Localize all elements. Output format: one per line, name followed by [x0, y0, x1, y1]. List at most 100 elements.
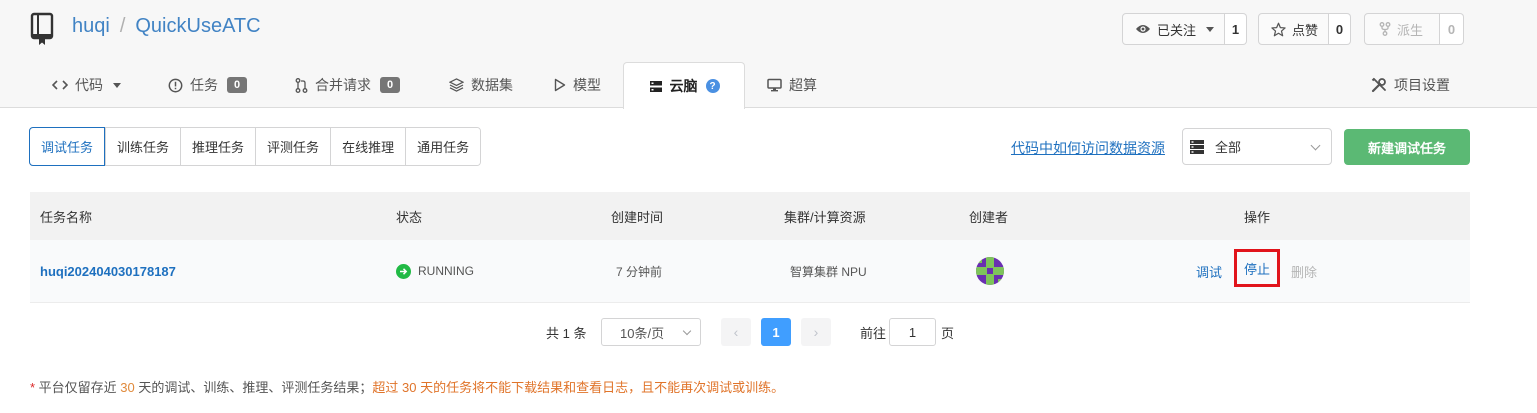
job-name-cell: huqi202404030178187 [40, 240, 176, 302]
pull-request-icon [295, 77, 308, 93]
issue-icon [168, 78, 183, 92]
chevron-down-icon [1206, 26, 1215, 32]
chevron-down-icon [113, 82, 121, 88]
job-resource-cell: 智算集群 NPU [790, 240, 867, 302]
subtab-debug[interactable]: 调试任务 [29, 127, 106, 166]
page-size-select[interactable]: 10条/页 [601, 318, 701, 346]
repo-separator: / [119, 15, 126, 37]
job-status-cell: RUNNING [396, 240, 474, 302]
fork-button[interactable]: 派生 [1364, 13, 1441, 45]
tab-code-label: 代码 [75, 77, 103, 93]
job-type-tabs: 调试任务 训练任务 推理任务 评测任务 在线推理 通用任务 [29, 127, 482, 166]
watch-group: 已关注 1 [1122, 13, 1248, 45]
subtab-general[interactable]: 通用任务 [405, 128, 481, 165]
table-header: 任务名称 状态 创建时间 集群/计算资源 创建者 操作 [30, 192, 1470, 240]
stop-action-highlight: 停止 [1234, 249, 1280, 287]
repo-title: huqi / QuickUseATC [72, 15, 261, 38]
col-header-actions: 操作 [1244, 209, 1271, 225]
subtab-online-inference[interactable]: 在线推理 [330, 128, 406, 165]
pagination-total: 共 1 条 [546, 325, 587, 341]
issues-count-badge: 0 [227, 77, 248, 93]
eye-icon [1136, 25, 1150, 33]
tab-pull-requests[interactable]: 合并请求 0 [295, 62, 401, 108]
tab-pull-requests-label: 合并请求 [315, 77, 371, 93]
notice-days: 30 [120, 380, 135, 395]
prev-page-button[interactable]: ‹ [721, 318, 751, 346]
repo-name-link[interactable]: QuickUseATC [135, 15, 260, 37]
repo-book-icon [30, 12, 54, 45]
col-header-name: 任务名称 [40, 209, 93, 225]
job-name-link[interactable]: huqi202404030178187 [40, 264, 176, 279]
stop-action-link[interactable]: 停止 [1244, 259, 1270, 278]
chevron-down-icon [1310, 140, 1321, 151]
subtab-train[interactable]: 训练任务 [105, 128, 181, 165]
star-count[interactable]: 0 [1329, 13, 1352, 45]
job-creator-cell [976, 240, 1004, 302]
tab-models[interactable]: 模型 [554, 62, 601, 108]
tab-datasets[interactable]: 数据集 [449, 62, 513, 108]
job-created-cell: 7 分钟前 [616, 240, 662, 302]
chevron-down-icon [682, 326, 692, 336]
goto-page-input[interactable]: 1 [889, 318, 936, 346]
goto-suffix: 页 [941, 325, 955, 341]
fork-label: 派生 [1397, 22, 1424, 38]
new-debug-job-button[interactable]: 新建调试任务 [1344, 129, 1470, 165]
avatar[interactable] [976, 257, 1004, 285]
layers-icon [449, 78, 464, 92]
col-header-status: 状态 [396, 209, 423, 225]
tab-datasets-label: 数据集 [471, 77, 513, 93]
job-actions-cell: 调试 [1196, 240, 1222, 302]
star-button[interactable]: 点赞 [1258, 13, 1330, 45]
running-arrow-icon [396, 263, 411, 279]
job-created-text: 7 分钟前 [616, 264, 663, 279]
help-icon[interactable]: ? [705, 79, 720, 93]
star-label: 点赞 [1292, 22, 1319, 38]
fork-count[interactable]: 0 [1440, 13, 1465, 45]
notice-warning: 超过 30 天的任务将不能下载结果和查看日志，且不能再次调试或训练。 [372, 380, 785, 395]
tab-cloudbrain[interactable]: 云脑 ? [623, 62, 745, 109]
subtab-evaluate[interactable]: 评测任务 [255, 128, 331, 165]
col-header-resource: 集群/计算资源 [784, 209, 866, 225]
next-page-button[interactable]: › [801, 318, 831, 346]
delete-action-link[interactable]: 删除 [1291, 262, 1317, 281]
notice-text-2: 天的调试、训练、推理、评测任务结果； [134, 380, 373, 395]
play-icon [554, 78, 566, 92]
cluster-filter-select[interactable]: 全部 [1182, 128, 1332, 165]
retention-notice: * 平台仅留存近 30 天的调试、训练、推理、评测任务结果；超过 30 天的任务… [30, 377, 784, 396]
page-size-value: 10条/页 [620, 325, 665, 341]
debug-action-link[interactable]: 调试 [1196, 262, 1222, 281]
fork-icon [1379, 22, 1391, 36]
tab-cloudbrain-label: 云脑 [669, 78, 698, 94]
watch-button[interactable]: 已关注 [1122, 13, 1226, 45]
code-icon [52, 80, 68, 90]
tab-issues-label: 任务 [190, 77, 218, 93]
repo-owner-link[interactable]: huqi [72, 15, 110, 37]
server-icon [1190, 139, 1204, 154]
tab-supercompute-label: 超算 [789, 77, 817, 93]
pull-requests-count-badge: 0 [380, 77, 401, 93]
star-group: 点赞 0 [1258, 13, 1352, 45]
job-resource-text: 智算集群 NPU [790, 264, 867, 279]
tab-issues[interactable]: 任务 0 [168, 62, 248, 108]
server-icon [649, 80, 662, 92]
col-header-creator: 创建者 [969, 209, 1009, 225]
fork-group: 派生 0 [1364, 13, 1465, 45]
col-header-created: 创建时间 [611, 209, 664, 225]
subtab-inference[interactable]: 推理任务 [180, 128, 256, 165]
star-icon [1271, 22, 1286, 36]
tools-icon [1371, 77, 1386, 93]
watch-label: 已关注 [1157, 22, 1197, 38]
tab-supercompute[interactable]: 超算 [767, 62, 817, 108]
table-row: huqi202404030178187 RUNNING 7 分钟前 智算集群 N… [30, 240, 1470, 303]
watch-count[interactable]: 1 [1225, 13, 1248, 45]
tab-settings-label: 项目设置 [1394, 77, 1450, 93]
filter-value: 全部 [1215, 140, 1242, 155]
data-access-help-link[interactable]: 代码中如何访问数据资源 [1011, 138, 1165, 158]
page-number-current[interactable]: 1 [761, 318, 791, 346]
tab-settings[interactable]: 项目设置 [1371, 62, 1450, 108]
tab-code[interactable]: 代码 [52, 62, 121, 108]
delete-action-cell: 删除 [1291, 240, 1317, 302]
monitor-icon [767, 78, 782, 92]
repo-header: huqi / QuickUseATC 已关注 1 点赞 0 派生 0 代码 任务 0 [0, 0, 1537, 109]
notice-text-1: 平台仅留存近 [35, 380, 121, 395]
